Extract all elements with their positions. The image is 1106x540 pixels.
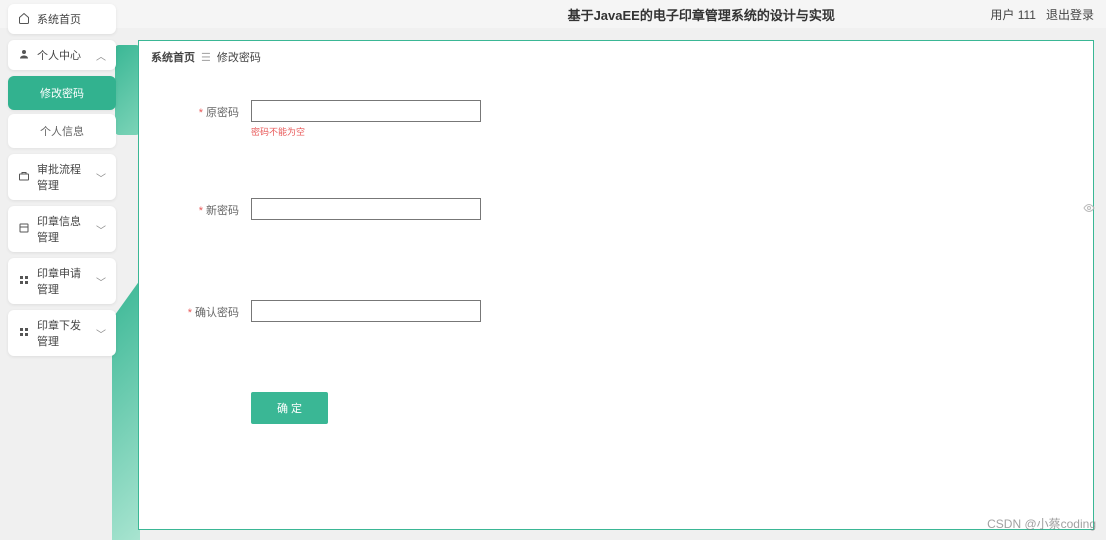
sidebar-item-seal-issue[interactable]: 印章下发管理 ﹀ xyxy=(8,310,116,356)
chevron-down-icon: ﹀ xyxy=(96,170,106,185)
sidebar-item-personal[interactable]: 个人中心 ︿ xyxy=(8,40,116,70)
header: 基于JavaEE的电子印章管理系统的设计与实现 用户 111 退出登录 xyxy=(0,0,1106,28)
old-password-input[interactable] xyxy=(251,100,481,122)
user-label: 用户 111 xyxy=(990,6,1036,23)
sidebar-item-label: 系统首页 xyxy=(37,11,81,27)
page-title: 基于JavaEE的电子印章管理系统的设计与实现 xyxy=(568,5,835,24)
chevron-up-icon: ︿ xyxy=(96,48,106,63)
confirm-password-label: *确认密码 xyxy=(169,300,239,320)
grid-icon xyxy=(18,326,30,341)
breadcrumb-sep-icon: ☰ xyxy=(201,51,211,64)
eye-icon[interactable] xyxy=(1083,202,1095,217)
breadcrumb-current: 修改密码 xyxy=(217,49,261,65)
chevron-down-icon: ﹀ xyxy=(96,274,106,289)
sidebar-item-home[interactable]: 系统首页 xyxy=(8,4,116,34)
old-password-error: 密码不能为空 xyxy=(251,125,481,138)
change-password-form: *原密码 密码不能为空 *新密码 *确认密码 xyxy=(139,74,1093,444)
old-password-label: *原密码 xyxy=(169,100,239,120)
sidebar-item-label: 个人中心 xyxy=(37,47,81,63)
new-password-input[interactable] xyxy=(251,198,481,220)
sidebar-item-change-password[interactable]: 修改密码 xyxy=(8,76,116,110)
sidebar-item-personal-info[interactable]: 个人信息 xyxy=(8,114,116,148)
confirm-password-input[interactable] xyxy=(251,300,481,322)
sidebar-item-seal-apply[interactable]: 印章申请管理 ﹀ xyxy=(8,258,116,304)
sidebar-item-seal-info[interactable]: 印章信息管理 ﹀ xyxy=(8,206,116,252)
sidebar-item-label: 印章信息管理 xyxy=(37,213,89,245)
watermark: CSDN @小蔡coding xyxy=(987,515,1096,532)
submit-button[interactable]: 确 定 xyxy=(251,392,328,424)
archive-icon xyxy=(18,222,30,237)
breadcrumb-root[interactable]: 系统首页 xyxy=(151,49,195,65)
sidebar-item-label: 修改密码 xyxy=(40,88,84,100)
sidebar-item-label: 印章申请管理 xyxy=(37,265,89,297)
chevron-down-icon: ﹀ xyxy=(96,326,106,341)
logout-link[interactable]: 退出登录 xyxy=(1046,6,1094,23)
breadcrumb: 系统首页 ☰ 修改密码 xyxy=(139,41,1093,74)
sidebar-sub-personal: 修改密码 个人信息 xyxy=(8,76,116,148)
content-panel: 系统首页 ☰ 修改密码 *原密码 密码不能为空 *新密码 xyxy=(138,40,1094,530)
briefcase-icon xyxy=(18,170,30,185)
new-password-label: *新密码 xyxy=(169,198,239,218)
user-icon xyxy=(18,48,30,63)
chevron-down-icon: ﹀ xyxy=(96,222,106,237)
grid-icon xyxy=(18,274,30,289)
sidebar: 系统首页 个人中心 ︿ 修改密码 个人信息 审批流程管理 ﹀ 印章信息管理 ﹀ xyxy=(8,4,116,362)
home-icon xyxy=(18,12,30,27)
sidebar-item-label: 印章下发管理 xyxy=(37,317,89,349)
sidebar-item-label: 个人信息 xyxy=(40,126,84,138)
sidebar-item-approval[interactable]: 审批流程管理 ﹀ xyxy=(8,154,116,200)
sidebar-item-label: 审批流程管理 xyxy=(37,161,89,193)
